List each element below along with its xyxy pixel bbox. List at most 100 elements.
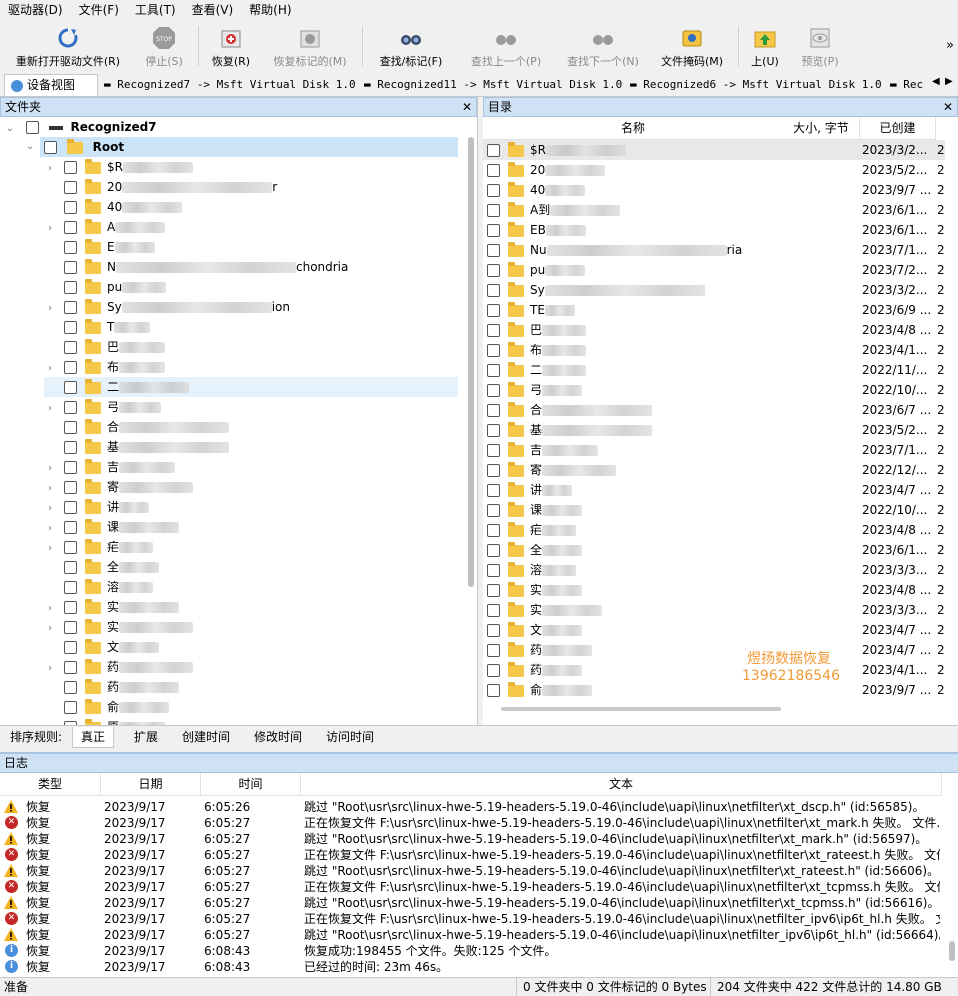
tab-recognized11[interactable]: ▬ Recognized11 -> Msft Virtual Disk 1.0 [358,74,632,95]
close-icon[interactable]: ✕ [462,98,472,116]
log-row[interactable]: 恢复 2023/9/17 6:05:27 跳过 "Root\usr\src\linux… [0,895,940,911]
tree-folder-row[interactable]: 巴 [44,337,458,357]
tree-root-row[interactable]: Root [40,137,458,157]
collapse-icon[interactable]: ⌄ [24,137,36,157]
directory-row[interactable]: 实 2023/3/3... 2 [483,600,945,620]
tab-device-view[interactable]: 设备视图 [4,74,98,96]
expand-icon[interactable]: › [44,659,56,679]
menu-view[interactable]: 查看(V) [184,0,242,20]
checkbox[interactable] [64,241,77,254]
checkbox[interactable] [64,161,77,174]
directory-row[interactable]: 药 2023/4/1... 2 [483,660,945,680]
tree-folder-row[interactable]: Nchondria [44,257,458,277]
directory-row[interactable]: 巴 2023/4/8 ... 2 [483,320,945,340]
directory-row[interactable]: 合 2023/6/7 ... 2 [483,400,945,420]
find-next-button[interactable]: 查找下一个(N) [558,23,648,69]
tree-folder-row[interactable]: 药 [44,677,458,697]
tree-folder-row[interactable]: › A [44,217,458,237]
tree-folder-row[interactable]: 合 [44,417,458,437]
log-row[interactable]: ✕ 恢复 2023/9/17 6:05:27 正在恢复文件 F:\usr\src\lin… [0,847,940,863]
tree-folder-row[interactable]: › 弓 [44,397,458,417]
log-row[interactable]: ✕ 恢复 2023/9/17 6:05:27 正在恢复文件 F:\usr\src\lin… [0,815,940,831]
reopen-drive-button[interactable]: 重新打开驱动文件(R) [8,23,128,69]
checkbox[interactable] [64,181,77,194]
checkbox[interactable] [487,224,500,237]
checkbox[interactable] [64,621,77,634]
checkbox[interactable] [64,561,77,574]
checkbox[interactable] [64,341,77,354]
tree-folder-row[interactable]: pu [44,277,458,297]
expand-icon[interactable]: › [44,399,56,419]
tree-folder-row[interactable]: 20 r [44,177,458,197]
directory-row[interactable]: 俞 2023/9/7 ... 2 [483,680,945,700]
checkbox[interactable] [64,541,77,554]
checkbox[interactable] [487,344,500,357]
checkbox[interactable] [64,401,77,414]
tree-folder-row[interactable]: 溶 [44,577,458,597]
menu-tools[interactable]: 工具(T) [127,0,184,20]
checkbox[interactable] [487,384,500,397]
checkbox[interactable] [64,481,77,494]
checkbox[interactable] [487,464,500,477]
preview-button[interactable]: 预览(P) [792,23,848,69]
tree-folder-row[interactable]: T [44,317,458,337]
checkbox[interactable] [64,581,77,594]
sort-option-modified[interactable]: 修改时间 [246,727,310,747]
column-header-name[interactable]: 名称 [483,117,784,140]
checkbox[interactable] [44,141,57,154]
checkbox[interactable] [64,641,77,654]
directory-row[interactable]: 寄 2022/12/... 2 [483,460,945,480]
checkbox[interactable] [487,664,500,677]
sort-option-true[interactable]: 真正 [72,727,115,748]
tree-folder-row[interactable]: › 药 [44,657,458,677]
tree-device-row[interactable]: ⌄ Recognized7 [0,117,157,137]
expand-icon[interactable]: › [44,479,56,499]
directory-row[interactable]: Nu ria 2023/7/1... 2 [483,240,945,260]
directory-row[interactable]: 药 2023/4/7 ... 2 [483,640,945,660]
tree-folder-row[interactable]: 40 [44,197,458,217]
checkbox[interactable] [64,221,77,234]
tree-folder-row[interactable]: 基 [44,437,458,457]
tree-folder-row[interactable]: › 实 [44,597,458,617]
directory-row[interactable]: 课 2022/10/... 2 [483,500,945,520]
tree-folder-row[interactable]: › 布 [44,357,458,377]
checkbox[interactable] [487,424,500,437]
directory-row[interactable]: 溶 2023/3/3... 2 [483,560,945,580]
tree-folder-row[interactable]: › 寄 [44,477,458,497]
directory-row[interactable]: 疟 2023/4/8 ... 2 [483,520,945,540]
checkbox[interactable] [487,524,500,537]
checkbox[interactable] [487,444,500,457]
checkbox[interactable] [487,404,500,417]
find-prev-button[interactable]: 查找上一个(P) [460,23,552,69]
checkbox[interactable] [64,501,77,514]
expand-icon[interactable]: › [44,159,56,179]
checkbox[interactable] [487,324,500,337]
restore-button[interactable]: 恢复(R) [204,23,258,69]
expand-icon[interactable]: › [44,219,56,239]
checkbox[interactable] [487,144,500,157]
checkbox[interactable] [487,684,500,697]
checkbox[interactable] [487,584,500,597]
expand-icon[interactable]: › [44,299,56,319]
directory-row[interactable]: 40 2023/9/7 ... 2 [483,180,945,200]
checkbox[interactable] [64,281,77,294]
tab-recognized6[interactable]: ▬ Recognized6 -> Msft Virtual Disk 1.0 [624,74,890,95]
expand-icon[interactable]: › [44,619,56,639]
checkbox[interactable] [487,484,500,497]
directory-row[interactable]: 实 2023/4/8 ... 2 [483,580,945,600]
log-column-type[interactable]: 类型 [0,773,101,796]
sort-option-accessed[interactable]: 访问时间 [318,727,382,747]
log-row[interactable]: i 恢复 2023/9/17 6:08:43 恢复成功:198455 个文件。失败:12… [0,943,940,959]
tree-folder-row[interactable]: 二 [44,377,458,397]
expand-icon[interactable]: › [44,499,56,519]
checkbox[interactable] [64,301,77,314]
directory-row[interactable]: $R 2023/3/2... 2 [483,140,945,160]
directory-row[interactable]: TE 2023/6/9 ... 2 [483,300,945,320]
directory-row[interactable]: 讲 2023/4/7 ... 2 [483,480,945,500]
directory-row[interactable]: 弓 2022/10/... 2 [483,380,945,400]
tree-folder-row[interactable]: 文 [44,637,458,657]
expand-icon[interactable]: › [44,359,56,379]
directory-row[interactable]: 吉 2023/7/1... 2 [483,440,945,460]
checkbox[interactable] [487,164,500,177]
checkbox[interactable] [487,304,500,317]
